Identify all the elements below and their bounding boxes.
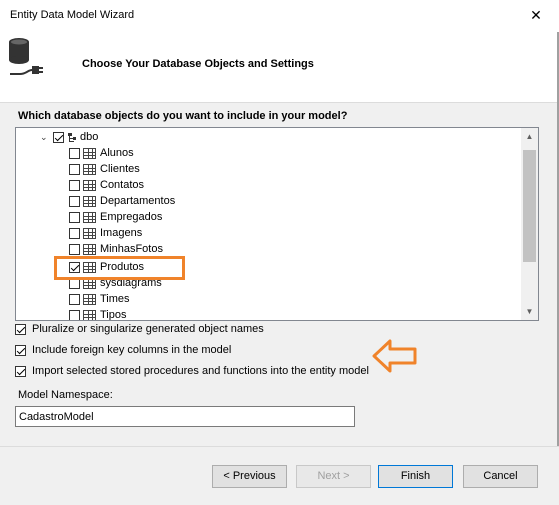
table-checkbox[interactable] bbox=[69, 195, 80, 207]
tree-item-times[interactable]: Times bbox=[69, 291, 130, 307]
option-foreign-keys[interactable]: Include foreign key columns in the model bbox=[15, 344, 231, 356]
tree-item-label: Empregados bbox=[100, 211, 163, 223]
table-icon bbox=[83, 243, 96, 255]
tree-node-label: dbo bbox=[80, 131, 99, 143]
scroll-down-icon[interactable]: ▼ bbox=[521, 303, 538, 320]
namespace-label: Model Namespace: bbox=[18, 389, 113, 401]
table-icon bbox=[83, 163, 96, 175]
option-label: Pluralize or singularize generated objec… bbox=[32, 323, 264, 335]
table-checkbox[interactable] bbox=[69, 179, 80, 191]
table-checkbox[interactable] bbox=[69, 243, 80, 255]
tree-item-label: Clientes bbox=[100, 163, 140, 175]
tree-item-minhasfotos[interactable]: MinhasFotos bbox=[69, 241, 163, 257]
tree-item-label: Tipos bbox=[100, 309, 127, 321]
table-icon bbox=[83, 147, 96, 159]
cancel-button[interactable]: Cancel bbox=[463, 465, 538, 488]
table-icon bbox=[83, 179, 96, 191]
tree-item-label: Times bbox=[100, 293, 130, 305]
schema-checkbox[interactable] bbox=[53, 131, 64, 143]
scrollbar-thumb[interactable] bbox=[523, 150, 536, 262]
header-title: Choose Your Database Objects and Setting… bbox=[82, 58, 314, 70]
tree-scrollbar[interactable]: ▲ ▼ bbox=[521, 128, 538, 320]
tree-item-label: Departamentos bbox=[100, 195, 176, 207]
schema-icon bbox=[67, 132, 77, 143]
table-icon bbox=[83, 293, 96, 305]
tree-node-schema[interactable]: ⌄ dbo bbox=[40, 129, 98, 145]
title-bar: Entity Data Model Wizard ✕ bbox=[0, 0, 559, 32]
stored-procedures-checkbox[interactable] bbox=[15, 365, 26, 377]
previous-button[interactable]: < Previous bbox=[212, 465, 287, 488]
close-icon[interactable]: ✕ bbox=[513, 0, 559, 32]
tree-item-label: Contatos bbox=[100, 179, 145, 191]
tree-item-label: MinhasFotos bbox=[100, 243, 163, 255]
table-checkbox[interactable] bbox=[69, 227, 80, 239]
scroll-up-icon[interactable]: ▲ bbox=[521, 128, 538, 145]
wizard-window: Entity Data Model Wizard ✕ Choose Your D… bbox=[0, 0, 559, 505]
window-title: Entity Data Model Wizard bbox=[10, 9, 135, 21]
tree-item-empregados[interactable]: Empregados bbox=[69, 209, 162, 225]
table-icon bbox=[83, 211, 96, 223]
option-label: Import selected stored procedures and fu… bbox=[32, 365, 369, 377]
wizard-header: Choose Your Database Objects and Setting… bbox=[0, 32, 559, 103]
tree-item-label: Imagens bbox=[100, 227, 143, 239]
table-checkbox[interactable] bbox=[69, 309, 80, 320]
finish-button[interactable]: Finish bbox=[378, 465, 453, 488]
table-checkbox[interactable] bbox=[69, 211, 80, 223]
table-icon bbox=[83, 195, 96, 207]
option-stored-procedures[interactable]: Import selected stored procedures and fu… bbox=[15, 365, 369, 377]
next-button[interactable]: Next > bbox=[296, 465, 371, 488]
foreign-keys-checkbox[interactable] bbox=[15, 344, 26, 356]
option-pluralize[interactable]: Pluralize or singularize generated objec… bbox=[15, 323, 264, 335]
tree-item-label: Alunos bbox=[100, 147, 134, 159]
table-checkbox[interactable] bbox=[69, 163, 80, 175]
arrow-left-icon bbox=[372, 339, 417, 373]
chevron-down-icon[interactable]: ⌄ bbox=[40, 132, 50, 143]
database-connect-icon bbox=[9, 38, 43, 75]
objects-question: Which database objects do you want to in… bbox=[18, 110, 348, 122]
tree-item-tipos[interactable]: Tipos bbox=[69, 307, 127, 321]
table-checkbox[interactable] bbox=[69, 147, 80, 159]
tree-item-contatos[interactable]: Contatos bbox=[69, 177, 144, 193]
table-icon bbox=[83, 227, 96, 239]
option-label: Include foreign key columns in the model bbox=[32, 344, 232, 356]
pluralize-checkbox[interactable] bbox=[15, 323, 26, 335]
tree-item-departamentos[interactable]: Departamentos bbox=[69, 193, 175, 209]
highlight-box bbox=[54, 256, 185, 280]
table-icon bbox=[83, 309, 96, 320]
table-checkbox[interactable] bbox=[69, 293, 80, 305]
tree-item-imagens[interactable]: Imagens bbox=[69, 225, 142, 241]
tree-item-alunos[interactable]: Alunos bbox=[69, 145, 134, 161]
database-objects-tree[interactable]: ⌄ dbo Alunos Clientes Contatos Departame… bbox=[15, 127, 539, 321]
namespace-input[interactable] bbox=[15, 406, 355, 427]
tree-item-clientes[interactable]: Clientes bbox=[69, 161, 140, 177]
